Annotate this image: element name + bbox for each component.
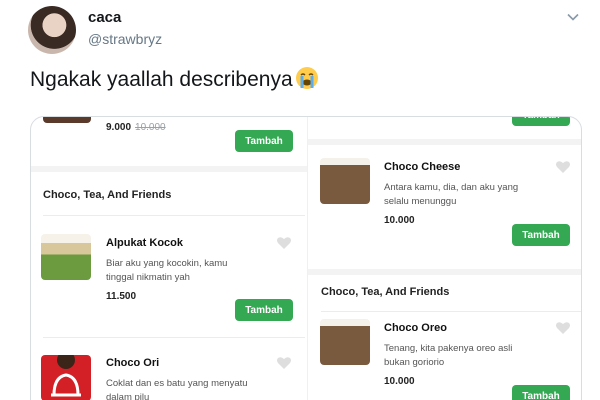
- section-title: Choco, Tea, And Friends: [43, 189, 172, 201]
- description-line: tinggal nikmatin yah: [106, 272, 190, 283]
- add-button[interactable]: Tambah: [235, 299, 293, 321]
- description-line: Tenang, kita pakenya oreo asli: [384, 343, 513, 354]
- description-line: Biar aku yang kocokin, kamu: [106, 258, 228, 269]
- product-description: Tenang, kita pakenya oreo asli bukan gor…: [384, 342, 512, 370]
- section-title: Choco, Tea, And Friends: [321, 286, 450, 298]
- user-handle[interactable]: @strawbryz: [88, 31, 162, 47]
- price: 11.500: [106, 291, 137, 302]
- divider: [308, 139, 581, 145]
- price-value: 9.000: [106, 122, 132, 133]
- product-image: [43, 117, 91, 123]
- add-button[interactable]: Tambah: [512, 385, 570, 400]
- product-image: [320, 319, 370, 365]
- add-button[interactable]: Tambah: [512, 224, 570, 246]
- tweet-text: Ngakak yaallah describenya: [30, 66, 319, 92]
- divider: [31, 166, 307, 172]
- product-description: Biar aku yang kocokin, kamu tinggal nikm…: [106, 257, 227, 285]
- menu-left-column: 9.000 10.000 Tambah Choco, Tea, And Frien…: [31, 117, 307, 400]
- description-line: bukan gorioriо: [384, 357, 445, 368]
- menu-screenshot: 9.000 10.000 Tambah Choco, Tea, And Frien…: [30, 116, 582, 400]
- add-button[interactable]: Tambah: [235, 130, 293, 152]
- tweet: caca @strawbryz Ngakak yaallah describen…: [0, 0, 600, 400]
- description-line: Coklat dan es batu yang menyatu: [106, 378, 248, 389]
- price: 10.000: [384, 215, 415, 226]
- display-name[interactable]: caca: [88, 9, 121, 26]
- heart-icon[interactable]: [555, 321, 571, 335]
- old-price: 10.000: [135, 122, 166, 133]
- divider: [43, 215, 305, 216]
- brand-logo-icon: [51, 351, 81, 397]
- heart-icon[interactable]: [276, 236, 292, 250]
- avatar[interactable]: [28, 6, 76, 54]
- product-name: Choco Oreo: [384, 322, 447, 334]
- menu-right-column: Tambah Choco Cheese Antara kamu, dia, da…: [307, 117, 581, 400]
- price: 9.000 10.000: [106, 122, 166, 133]
- product-description: Coklat dan es batu yang menyatu dalam pi…: [106, 377, 248, 400]
- add-button[interactable]: Tambah: [512, 117, 570, 126]
- divider: [43, 337, 305, 338]
- product-image: [41, 234, 91, 280]
- description-line: dalam pilu: [106, 392, 150, 400]
- product-image: [41, 351, 91, 400]
- divider: [308, 269, 581, 275]
- product-name: Choco Cheese: [384, 161, 461, 173]
- description-line: Antara kamu, dia, dan aku yang: [384, 182, 519, 193]
- description-line: selalu menunggu: [384, 196, 457, 207]
- loudly-crying-face-icon: [295, 67, 318, 89]
- product-image: [320, 158, 370, 204]
- product-name: Choco Ori: [106, 357, 160, 369]
- price: 10.000: [384, 376, 415, 387]
- product-name: Alpukat Kocok: [106, 237, 184, 249]
- divider: [321, 311, 581, 312]
- tweet-text-content: Ngakak yaallah describenya: [30, 68, 293, 91]
- heart-icon[interactable]: [555, 160, 571, 174]
- heart-icon[interactable]: [276, 356, 292, 370]
- chevron-down-icon[interactable]: [566, 10, 580, 24]
- product-description: Antara kamu, dia, dan aku yang selalu me…: [384, 181, 518, 209]
